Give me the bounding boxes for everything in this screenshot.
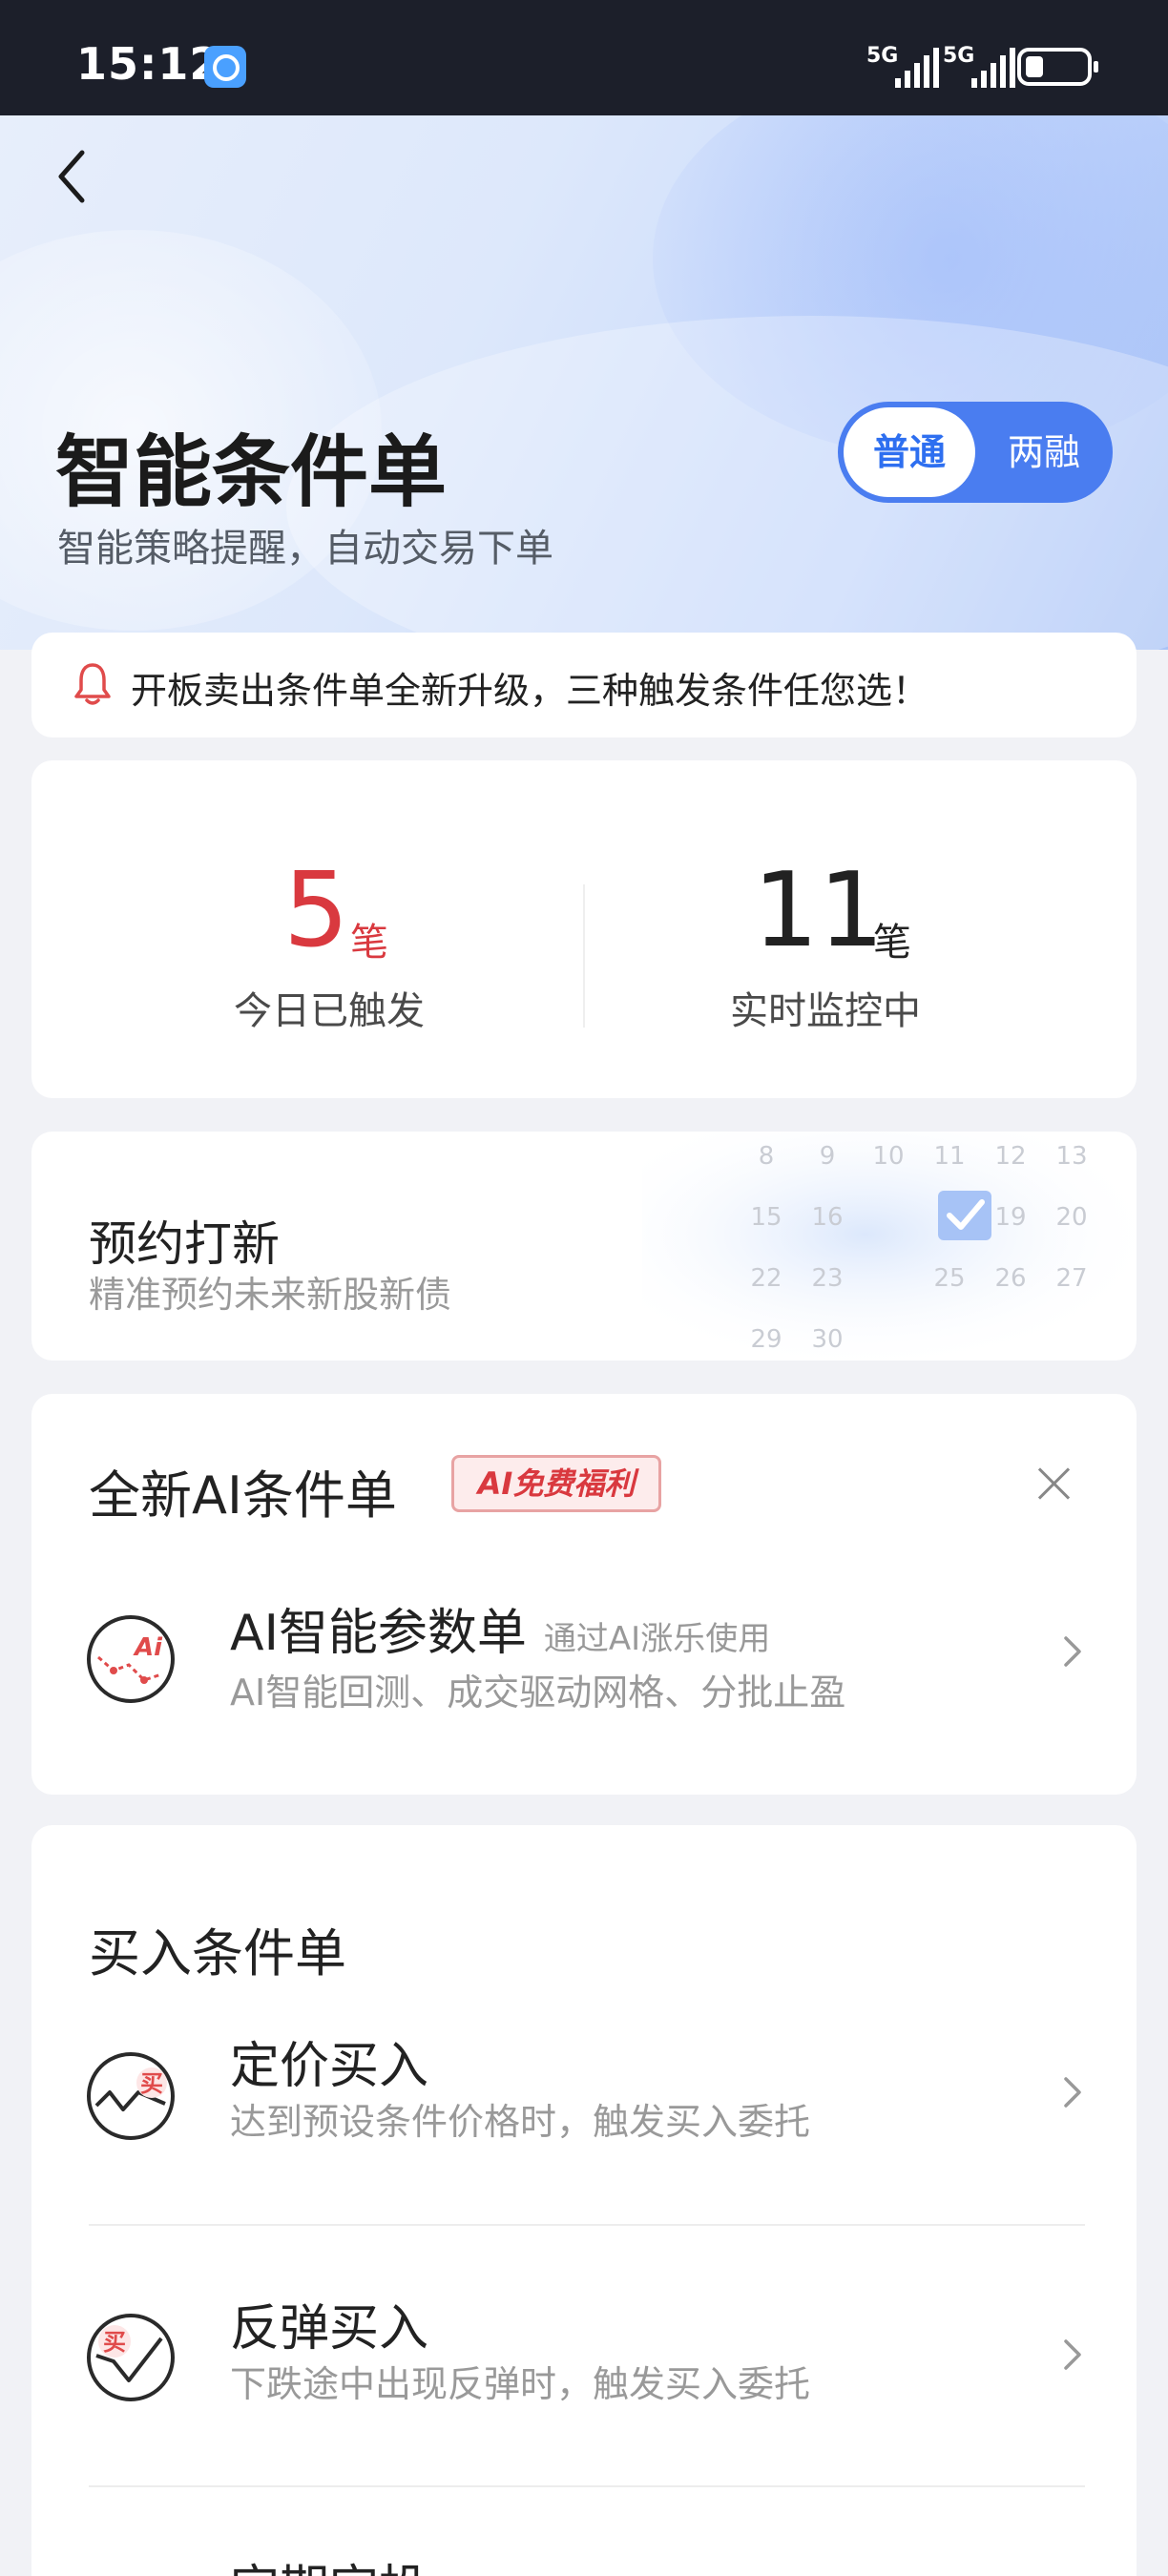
chevron-right-icon <box>1064 1636 1081 1667</box>
list-divider <box>89 2224 1085 2226</box>
calendar-day: 9 <box>820 1142 836 1171</box>
calendar-day: 20 <box>1055 1203 1087 1232</box>
list-divider <box>89 2485 1085 2487</box>
monitoring-count: 11 <box>753 851 885 970</box>
rebound-buy-desc: 下跌途中出现反弹时，触发买入委托 <box>230 2363 811 2405</box>
ai-item-hint: 通过AI涨乐使用 <box>543 1620 771 1658</box>
rebound-buy-icon: 买 <box>87 2314 175 2401</box>
monitoring-label: 实时监控中 <box>730 989 921 1033</box>
status-time: 15:12 <box>76 38 221 90</box>
calendar-day: 26 <box>994 1264 1026 1293</box>
calendar-day: 8 <box>759 1142 775 1171</box>
page-subtitle: 智能策略提醒，自动交易下单 <box>57 527 553 571</box>
ai-promo-badge: AI免费福利 <box>451 1455 661 1512</box>
calendar-day: 27 <box>1055 1264 1087 1293</box>
calendar-day: 13 <box>1055 1142 1087 1171</box>
monitoring-unit: 笔 <box>873 921 911 965</box>
account-type-toggle[interactable]: 普通 两融 <box>838 402 1113 503</box>
stats-card: 5 笔 今日已触发 11 笔 实时监控中 <box>31 760 1137 1098</box>
calendar-day: 30 <box>811 1325 843 1354</box>
ai-section-card: 全新AI条件单 AI免费福利 Ai AI智能参数单 通过AI涨乐使用 AI智能回测… <box>31 1394 1137 1795</box>
scheduled-invest-title[interactable]: 定期定投 <box>230 2548 428 2576</box>
notice-text: 开板卖出条件单全新升级，三种触发条件任您选！ <box>131 670 929 712</box>
fixed-price-buy-title: 定价买入 <box>230 2038 429 2095</box>
buy-section-card: 买入条件单 买 定价买入 达到预设条件价格时，触发买入委托 买 反弹买入 下跌途… <box>31 1825 1137 2576</box>
battery-icon <box>1017 48 1098 86</box>
signal-label: 5G <box>866 44 899 68</box>
stats-divider <box>583 884 585 1028</box>
ai-item-title-text: AI智能参数单 <box>230 1605 527 1662</box>
rebound-buy-title: 反弹买入 <box>230 2300 429 2358</box>
calendar-day: 29 <box>750 1325 782 1354</box>
buy-icon-label: 买 <box>103 2329 126 2356</box>
ai-section-title: 全新AI条件单 <box>89 1465 397 1526</box>
calendar-day: 12 <box>994 1142 1026 1171</box>
buy-icon-label: 买 <box>140 2070 163 2097</box>
app-notification-icon <box>204 46 246 88</box>
calendar-day: 10 <box>872 1142 904 1171</box>
ai-chart-icon: Ai <box>87 1615 175 1703</box>
ai-icon-label: Ai <box>133 1633 163 1662</box>
ipo-card[interactable]: 预约打新 精准预约未来新股新债 8 9 10 11 12 13 15 16 19 20 22 23 25… <box>31 1132 1137 1361</box>
signal-icon: 5G <box>866 44 939 88</box>
chevron-right-icon <box>1064 2077 1081 2108</box>
notice-banner[interactable]: 开板卖出条件单全新升级，三种触发条件任您选！ <box>31 633 1137 737</box>
calendar-day: 19 <box>994 1203 1026 1232</box>
bell-icon <box>74 663 111 705</box>
ai-item-title: AI智能参数单 通过AI涨乐使用 <box>230 1592 770 1664</box>
page-title: 智能条件单 <box>55 427 448 518</box>
calendar-day: 11 <box>933 1142 965 1171</box>
toggle-option-margin[interactable]: 两融 <box>981 407 1107 497</box>
fixed-price-buy-desc: 达到预设条件价格时，触发买入委托 <box>230 2101 811 2143</box>
status-bar: 15:12 5G 5G <box>0 0 1168 115</box>
fixed-price-buy-icon: 买 <box>87 2052 175 2140</box>
calendar-illustration: 8 9 10 11 12 13 15 16 19 20 22 23 25 26 27 29 30 <box>642 1132 1137 1361</box>
buy-section-title: 买入条件单 <box>89 1923 346 1984</box>
calendar-day: 23 <box>811 1264 843 1293</box>
chevron-right-icon <box>1064 2339 1081 2370</box>
calendar-day: 22 <box>750 1264 782 1293</box>
ipo-subtitle: 精准预约未来新股新债 <box>89 1274 452 1316</box>
calendar-day: 15 <box>750 1203 782 1232</box>
triggered-count: 5 <box>283 851 349 970</box>
signal-icon: 5G <box>943 44 1015 88</box>
toggle-option-normal[interactable]: 普通 <box>844 407 975 497</box>
calendar-day: 16 <box>811 1203 843 1232</box>
ai-item-desc: AI智能回测、成交驱动网格、分批止盈 <box>230 1672 846 1714</box>
calendar-day: 25 <box>933 1264 965 1293</box>
signal-label: 5G <box>943 44 975 68</box>
back-arrow-icon[interactable] <box>50 143 97 210</box>
triggered-unit: 笔 <box>350 921 388 965</box>
triggered-label: 今日已触发 <box>234 989 425 1033</box>
close-icon[interactable] <box>1033 1463 1075 1505</box>
